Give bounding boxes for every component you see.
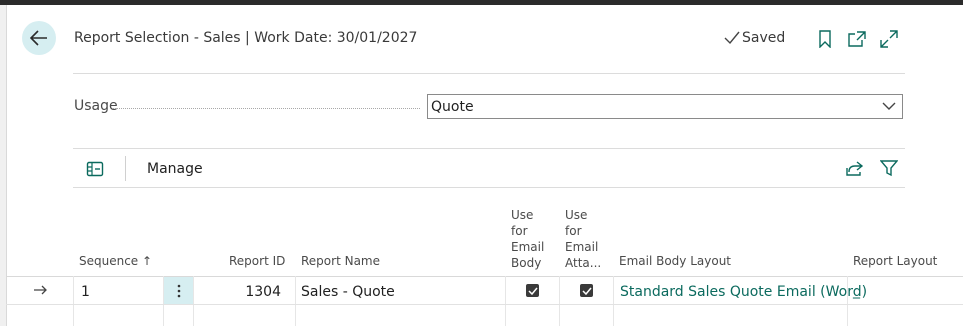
- bookmark-icon[interactable]: [815, 29, 835, 49]
- expand-icon[interactable]: [879, 29, 899, 49]
- header-separator: [73, 73, 905, 74]
- grid-line: [559, 276, 560, 326]
- checkmark-icon: [581, 287, 592, 295]
- more-vertical-icon: [177, 284, 180, 297]
- table-header-line: [6, 276, 963, 277]
- grid-line: [73, 276, 74, 326]
- chevron-down-icon: [882, 102, 896, 110]
- column-header-report-name[interactable]: Report Name: [301, 253, 380, 269]
- share-icon[interactable]: [845, 158, 865, 178]
- use-email-body-checkbox[interactable]: [526, 284, 539, 297]
- back-button[interactable]: [22, 21, 56, 55]
- grid-line: [193, 276, 194, 326]
- grid-line: [613, 276, 614, 326]
- show-list-icon[interactable]: [86, 160, 104, 178]
- usage-value: Quote: [431, 99, 474, 115]
- row-separator: [6, 304, 963, 305]
- use-email-attachment-checkbox[interactable]: [580, 284, 593, 297]
- back-arrow-icon: [30, 30, 47, 46]
- report-layout-link[interactable]: _: [853, 283, 860, 299]
- current-row-arrow-icon: [34, 285, 47, 295]
- column-header-report-layout[interactable]: Report Layout: [853, 253, 937, 269]
- column-header-use-email-body[interactable]: Use for Email Body: [511, 207, 544, 271]
- column-header-report-id[interactable]: Report ID: [229, 253, 285, 269]
- sequence-cell[interactable]: 1: [81, 284, 90, 300]
- window-top-bar: [0, 0, 963, 5]
- checkmark-icon: [527, 287, 538, 295]
- usage-select[interactable]: Quote: [427, 94, 903, 119]
- filter-icon[interactable]: [879, 158, 899, 178]
- usage-label: Usage: [74, 98, 118, 114]
- sort-ascending-icon: ↑: [142, 254, 153, 268]
- report-id-cell[interactable]: 1304: [245, 284, 281, 300]
- checkmark-icon: [724, 31, 740, 45]
- toolbar-separator: [73, 187, 905, 188]
- toolbar-divider: [125, 156, 126, 181]
- column-header-email-body-layout[interactable]: Email Body Layout: [619, 253, 731, 269]
- usage-separator: [73, 148, 905, 149]
- manage-menu[interactable]: Manage: [147, 161, 203, 177]
- column-header-use-email-attachment[interactable]: Use for Email Atta...: [565, 207, 601, 271]
- grid-line: [505, 276, 506, 326]
- page-title: Report Selection - Sales | Work Date: 30…: [74, 30, 418, 46]
- email-body-layout-link[interactable]: Standard Sales Quote Email (Word): [620, 284, 867, 300]
- column-header-sequence[interactable]: Sequence ↑: [79, 253, 152, 269]
- open-new-window-icon[interactable]: [847, 29, 867, 49]
- field-leader-dots: [112, 108, 420, 109]
- saved-label: Saved: [742, 30, 786, 46]
- row-actions-button[interactable]: [164, 277, 193, 304]
- report-name-cell: Sales - Quote: [301, 284, 395, 300]
- background-page-edge: [0, 5, 7, 326]
- grid-line: [295, 276, 296, 326]
- saved-status: Saved: [724, 30, 785, 46]
